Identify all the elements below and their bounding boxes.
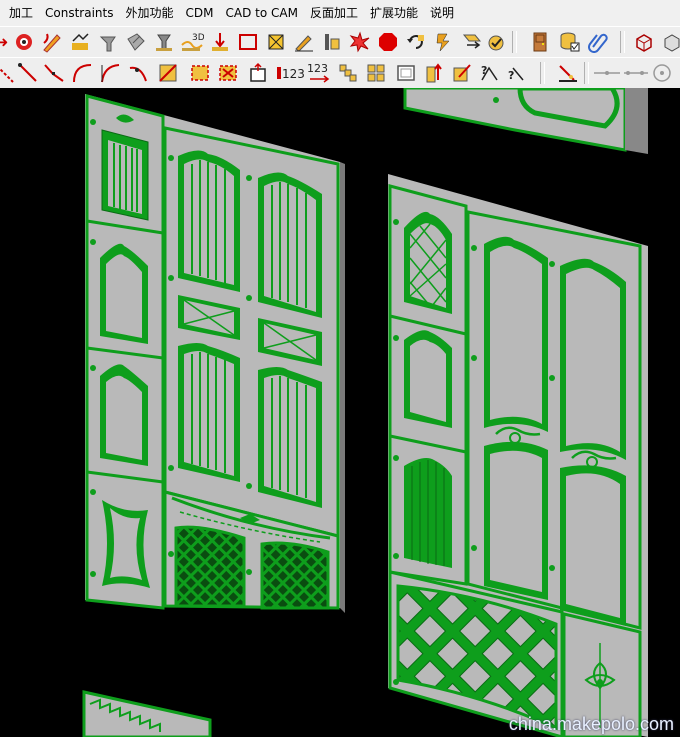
transform-icon[interactable] (460, 30, 484, 54)
menu-extensions[interactable]: 扩展功能 (364, 0, 424, 26)
door-icon[interactable] (528, 30, 552, 54)
drill-icon[interactable] (96, 30, 120, 54)
right-door-assembly[interactable] (388, 174, 648, 737)
rotate-icon[interactable] (404, 30, 428, 54)
move-box-icon[interactable] (246, 61, 270, 85)
svg-text:?: ? (481, 64, 487, 77)
cube-3d-icon[interactable] (660, 30, 680, 54)
number-123-arrow-label: 123 (307, 62, 328, 75)
toolbar-separator (512, 31, 517, 53)
drill-hole-icon[interactable] (320, 30, 344, 54)
engrave-icon[interactable] (292, 30, 316, 54)
line-icon[interactable] (16, 61, 40, 85)
cube-view-icon[interactable] (632, 30, 656, 54)
menu-machining[interactable]: 加工 (0, 0, 39, 26)
left-wide-double-door[interactable] (163, 126, 340, 538)
circle-icon[interactable] (650, 61, 674, 85)
frame-icon[interactable] (394, 61, 418, 85)
toolbar-separator (540, 62, 545, 84)
menu-addons[interactable]: 外加功能 (119, 0, 179, 26)
svg-text:3D: 3D (192, 33, 204, 43)
menu-constraints[interactable]: Constraints (39, 0, 119, 26)
menu-help[interactable]: 说明 (424, 0, 460, 26)
watermark-text: china.makepolo.com (508, 714, 674, 734)
select-box-icon[interactable] (188, 61, 212, 85)
door-panel-bottom-partial[interactable] (82, 690, 212, 737)
lightning-icon[interactable] (432, 30, 456, 54)
stairs-icon[interactable] (336, 61, 360, 85)
number-123-label: 123 (282, 67, 304, 81)
svg-text:?: ? (508, 69, 514, 82)
left-door-assembly[interactable] (85, 94, 345, 613)
right-wide-double-door[interactable] (466, 210, 642, 630)
curve-icon[interactable] (126, 61, 150, 85)
target-icon[interactable] (12, 30, 36, 54)
menu-cad-to-cam[interactable]: CAD to CAM (219, 0, 303, 26)
database-check-icon[interactable] (558, 30, 582, 54)
plunge-icon[interactable] (208, 30, 232, 54)
up-arrow-icon[interactable] (422, 61, 446, 85)
pen-edit-icon[interactable] (40, 30, 64, 54)
polyline-icon[interactable] (42, 61, 66, 85)
number-123-icon[interactable]: 123 (276, 61, 304, 85)
query-icon[interactable]: ? (478, 61, 502, 85)
toolbar-row-2: 123 123 ? ? (0, 57, 680, 90)
3d-toolpath-icon[interactable]: 3D (180, 30, 204, 54)
left-narrow-column[interactable] (85, 94, 165, 610)
menu-cdm[interactable]: CDM (180, 0, 220, 26)
tool-icon[interactable] (124, 30, 148, 54)
hinge-hole (493, 97, 499, 103)
toolbar-separator (620, 31, 625, 53)
line-segment-icon[interactable] (592, 61, 622, 85)
hand-ok-icon[interactable] (484, 30, 508, 54)
menu-bar: 加工 Constraints 外加功能 CDM CAD to CAM 反面加工 … (0, 0, 680, 26)
grid-icon[interactable] (364, 61, 388, 85)
stop-icon[interactable] (376, 30, 400, 54)
toolpath-icon[interactable] (68, 30, 92, 54)
snap-icon[interactable] (556, 61, 580, 85)
diagonal-square-icon[interactable] (156, 61, 180, 85)
explode-icon[interactable] (348, 30, 372, 54)
query-arrow-icon[interactable]: ? (504, 61, 528, 85)
spindle-icon[interactable] (152, 30, 176, 54)
arc-tangent-icon[interactable] (98, 61, 122, 85)
number-123-arrow-icon[interactable]: 123 (306, 61, 334, 85)
rectangle-icon[interactable] (236, 30, 260, 54)
right-narrow-column[interactable] (388, 184, 468, 586)
line-points-icon[interactable] (622, 61, 650, 85)
pocket-icon[interactable] (264, 30, 288, 54)
door-panel-top-partial[interactable] (403, 88, 648, 154)
edit-pen-icon[interactable] (450, 61, 474, 85)
3d-viewport[interactable] (0, 88, 680, 737)
toolbar-separator (584, 62, 589, 84)
menu-reverse-machining[interactable]: 反面加工 (304, 0, 364, 26)
arc-icon[interactable] (70, 61, 94, 85)
toolbar-row-1: ➜ 3D (0, 26, 680, 59)
paperclip-icon[interactable] (586, 30, 610, 54)
delete-box-icon[interactable] (216, 61, 240, 85)
